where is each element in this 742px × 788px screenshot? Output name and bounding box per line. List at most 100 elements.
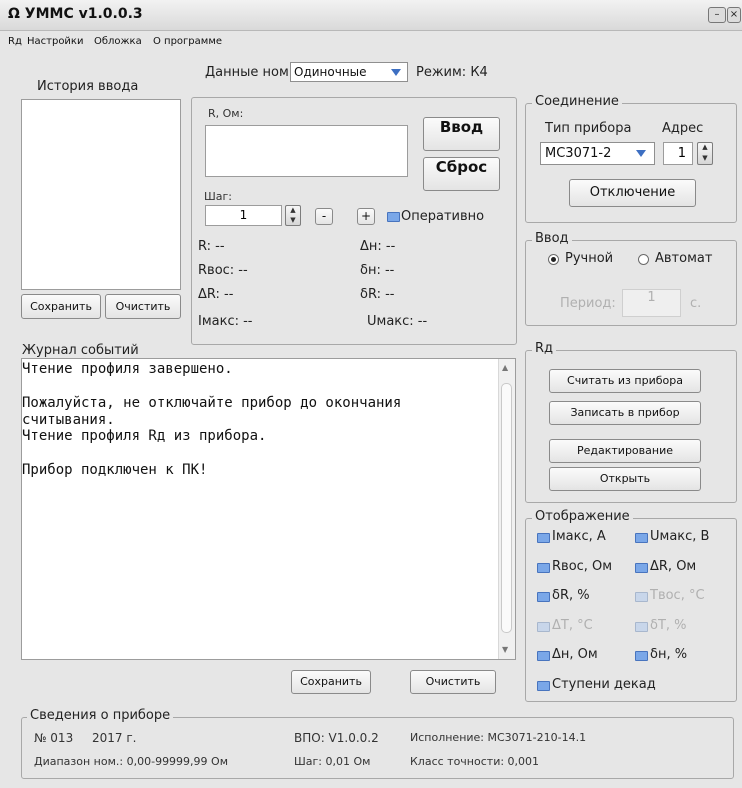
display-legend: Отображение	[532, 509, 633, 524]
delta-t-checkbox[interactable]	[635, 622, 648, 632]
log-line: Прибор подключен к ПК!	[22, 462, 208, 478]
delta-h-label: δн, %	[650, 647, 688, 662]
spin-down-icon[interactable]: ▼	[286, 216, 300, 226]
log-save-label: Сохранить	[300, 675, 362, 688]
history-legend: История ввода	[37, 79, 139, 94]
enter-label: Ввод	[439, 118, 484, 136]
auto-radio[interactable]	[638, 254, 649, 265]
umax-checkbox[interactable]	[635, 533, 648, 543]
dh-checkbox[interactable]	[537, 651, 550, 661]
device-info-panel	[21, 717, 734, 779]
device-accuracy: Класс точности: 0,001	[410, 755, 540, 768]
edit-label: Редактирование	[577, 444, 673, 457]
data-nom-select[interactable]: Одиночные	[290, 62, 408, 82]
history-save-label: Сохранить	[30, 300, 92, 313]
decade-steps-checkbox[interactable]	[537, 681, 550, 691]
rvos-checkbox[interactable]	[537, 563, 550, 573]
r-ohm-label: R, Ом:	[208, 107, 244, 120]
dr-label: ΔR, Ом	[650, 559, 697, 574]
minus-label: -	[321, 209, 327, 223]
minimize-icon[interactable]: –	[708, 7, 726, 23]
device-number: № 013	[34, 731, 74, 745]
period-input[interactable]: 1	[622, 289, 681, 317]
scroll-down-icon[interactable]: ▼	[502, 645, 508, 654]
step-spinner[interactable]: ▲ ▼	[285, 205, 301, 226]
reset-button[interactable]: Сброс	[423, 157, 500, 191]
input-mode-legend: Ввод	[532, 231, 572, 246]
menu-about[interactable]: О программе	[153, 36, 222, 47]
log-textarea[interactable]: Чтение профиля завершено. Пожалуйста, не…	[21, 358, 516, 660]
write-to-device-button[interactable]: Записать в прибор	[549, 401, 701, 425]
address-spinner[interactable]: ▲ ▼	[697, 142, 713, 165]
manual-label: Ручной	[565, 251, 614, 266]
log-line: Чтение профиля Rд из прибора.	[22, 428, 267, 444]
log-scrollbar[interactable]: ▲ ▼	[498, 359, 515, 659]
delta-r-label: δR, %	[552, 588, 590, 603]
step-plus-button[interactable]: +	[357, 208, 375, 225]
close-icon[interactable]: ×	[727, 7, 741, 23]
log-line: Пожалуйста, не отключайте прибор до окон…	[22, 395, 402, 411]
device-step: Шаг: 0,01 Ом	[294, 755, 371, 768]
step-value: 1	[239, 208, 248, 222]
history-clear-label: Очистить	[115, 300, 171, 313]
enter-button[interactable]: Ввод	[423, 117, 500, 151]
r-input[interactable]	[205, 125, 408, 177]
device-info-legend: Сведения о приборе	[27, 708, 174, 723]
dh-label: Δн, Ом	[552, 647, 598, 662]
mode-label: Режим: К4	[416, 65, 488, 80]
step-input[interactable]: 1	[205, 205, 282, 226]
manual-radio[interactable]	[548, 254, 559, 265]
operative-checkbox[interactable]	[387, 212, 400, 222]
log-legend: Журнал событий	[22, 343, 139, 358]
auto-label: Автомат	[655, 251, 713, 266]
menu-settings[interactable]: Настройки	[27, 36, 83, 47]
omega-logo-icon: Ω	[8, 6, 20, 22]
dt-checkbox[interactable]	[537, 622, 550, 632]
readout-umax: Uмакс: --	[367, 314, 428, 329]
history-list[interactable]	[21, 99, 181, 290]
log-clear-button[interactable]: Очистить	[410, 670, 496, 694]
plus-label: +	[360, 209, 372, 223]
tvos-checkbox[interactable]	[635, 592, 648, 602]
disconnect-label: Отключение	[589, 185, 676, 200]
device-range: Диапазон ном.: 0,00-99999,99 Ом	[34, 755, 229, 768]
address-label: Адрес	[662, 121, 704, 136]
read-label: Считать из прибора	[567, 374, 683, 387]
imax-checkbox[interactable]	[537, 533, 550, 543]
step-label: Шаг:	[204, 190, 232, 203]
readout-delta-r: δR: --	[360, 287, 395, 302]
log-clear-label: Очистить	[425, 675, 481, 688]
scroll-up-icon[interactable]: ▲	[502, 363, 508, 372]
menu-cover[interactable]: Обложка	[94, 36, 142, 47]
readout-dh: Δн: --	[360, 239, 396, 254]
history-clear-button[interactable]: Очистить	[105, 294, 181, 319]
address-value: 1	[677, 146, 686, 161]
delta-r-checkbox[interactable]	[537, 592, 550, 602]
reset-label: Сброс	[435, 158, 488, 176]
delta-t-label: δТ, %	[650, 618, 687, 633]
title-bar: Ω УММС v1.0.0.3 – ×	[0, 0, 742, 31]
history-save-button[interactable]: Сохранить	[21, 294, 101, 319]
delta-h-checkbox[interactable]	[635, 651, 648, 661]
open-button[interactable]: Открыть	[549, 467, 701, 491]
open-label: Открыть	[599, 472, 651, 485]
address-input[interactable]: 1	[663, 142, 693, 165]
readout-rvos: Rвос: --	[198, 263, 248, 278]
edit-button[interactable]: Редактирование	[549, 439, 701, 463]
chevron-down-icon	[391, 69, 401, 76]
disconnect-button[interactable]: Отключение	[569, 179, 696, 207]
dr-checkbox[interactable]	[635, 563, 648, 573]
connection-legend: Соединение	[532, 94, 622, 109]
spin-down-icon[interactable]: ▼	[698, 154, 712, 165]
read-from-device-button[interactable]: Считать из прибора	[549, 369, 701, 393]
period-value: 1	[647, 290, 656, 305]
device-type-select[interactable]: МС3071-2	[540, 142, 655, 165]
spin-up-icon[interactable]: ▲	[698, 143, 712, 154]
period-unit: с.	[690, 296, 702, 311]
menu-rd[interactable]: Rд	[8, 36, 22, 47]
spin-up-icon[interactable]: ▲	[286, 206, 300, 216]
log-scroll-thumb[interactable]	[501, 383, 512, 633]
log-save-button[interactable]: Сохранить	[291, 670, 371, 694]
step-minus-button[interactable]: -	[315, 208, 333, 225]
